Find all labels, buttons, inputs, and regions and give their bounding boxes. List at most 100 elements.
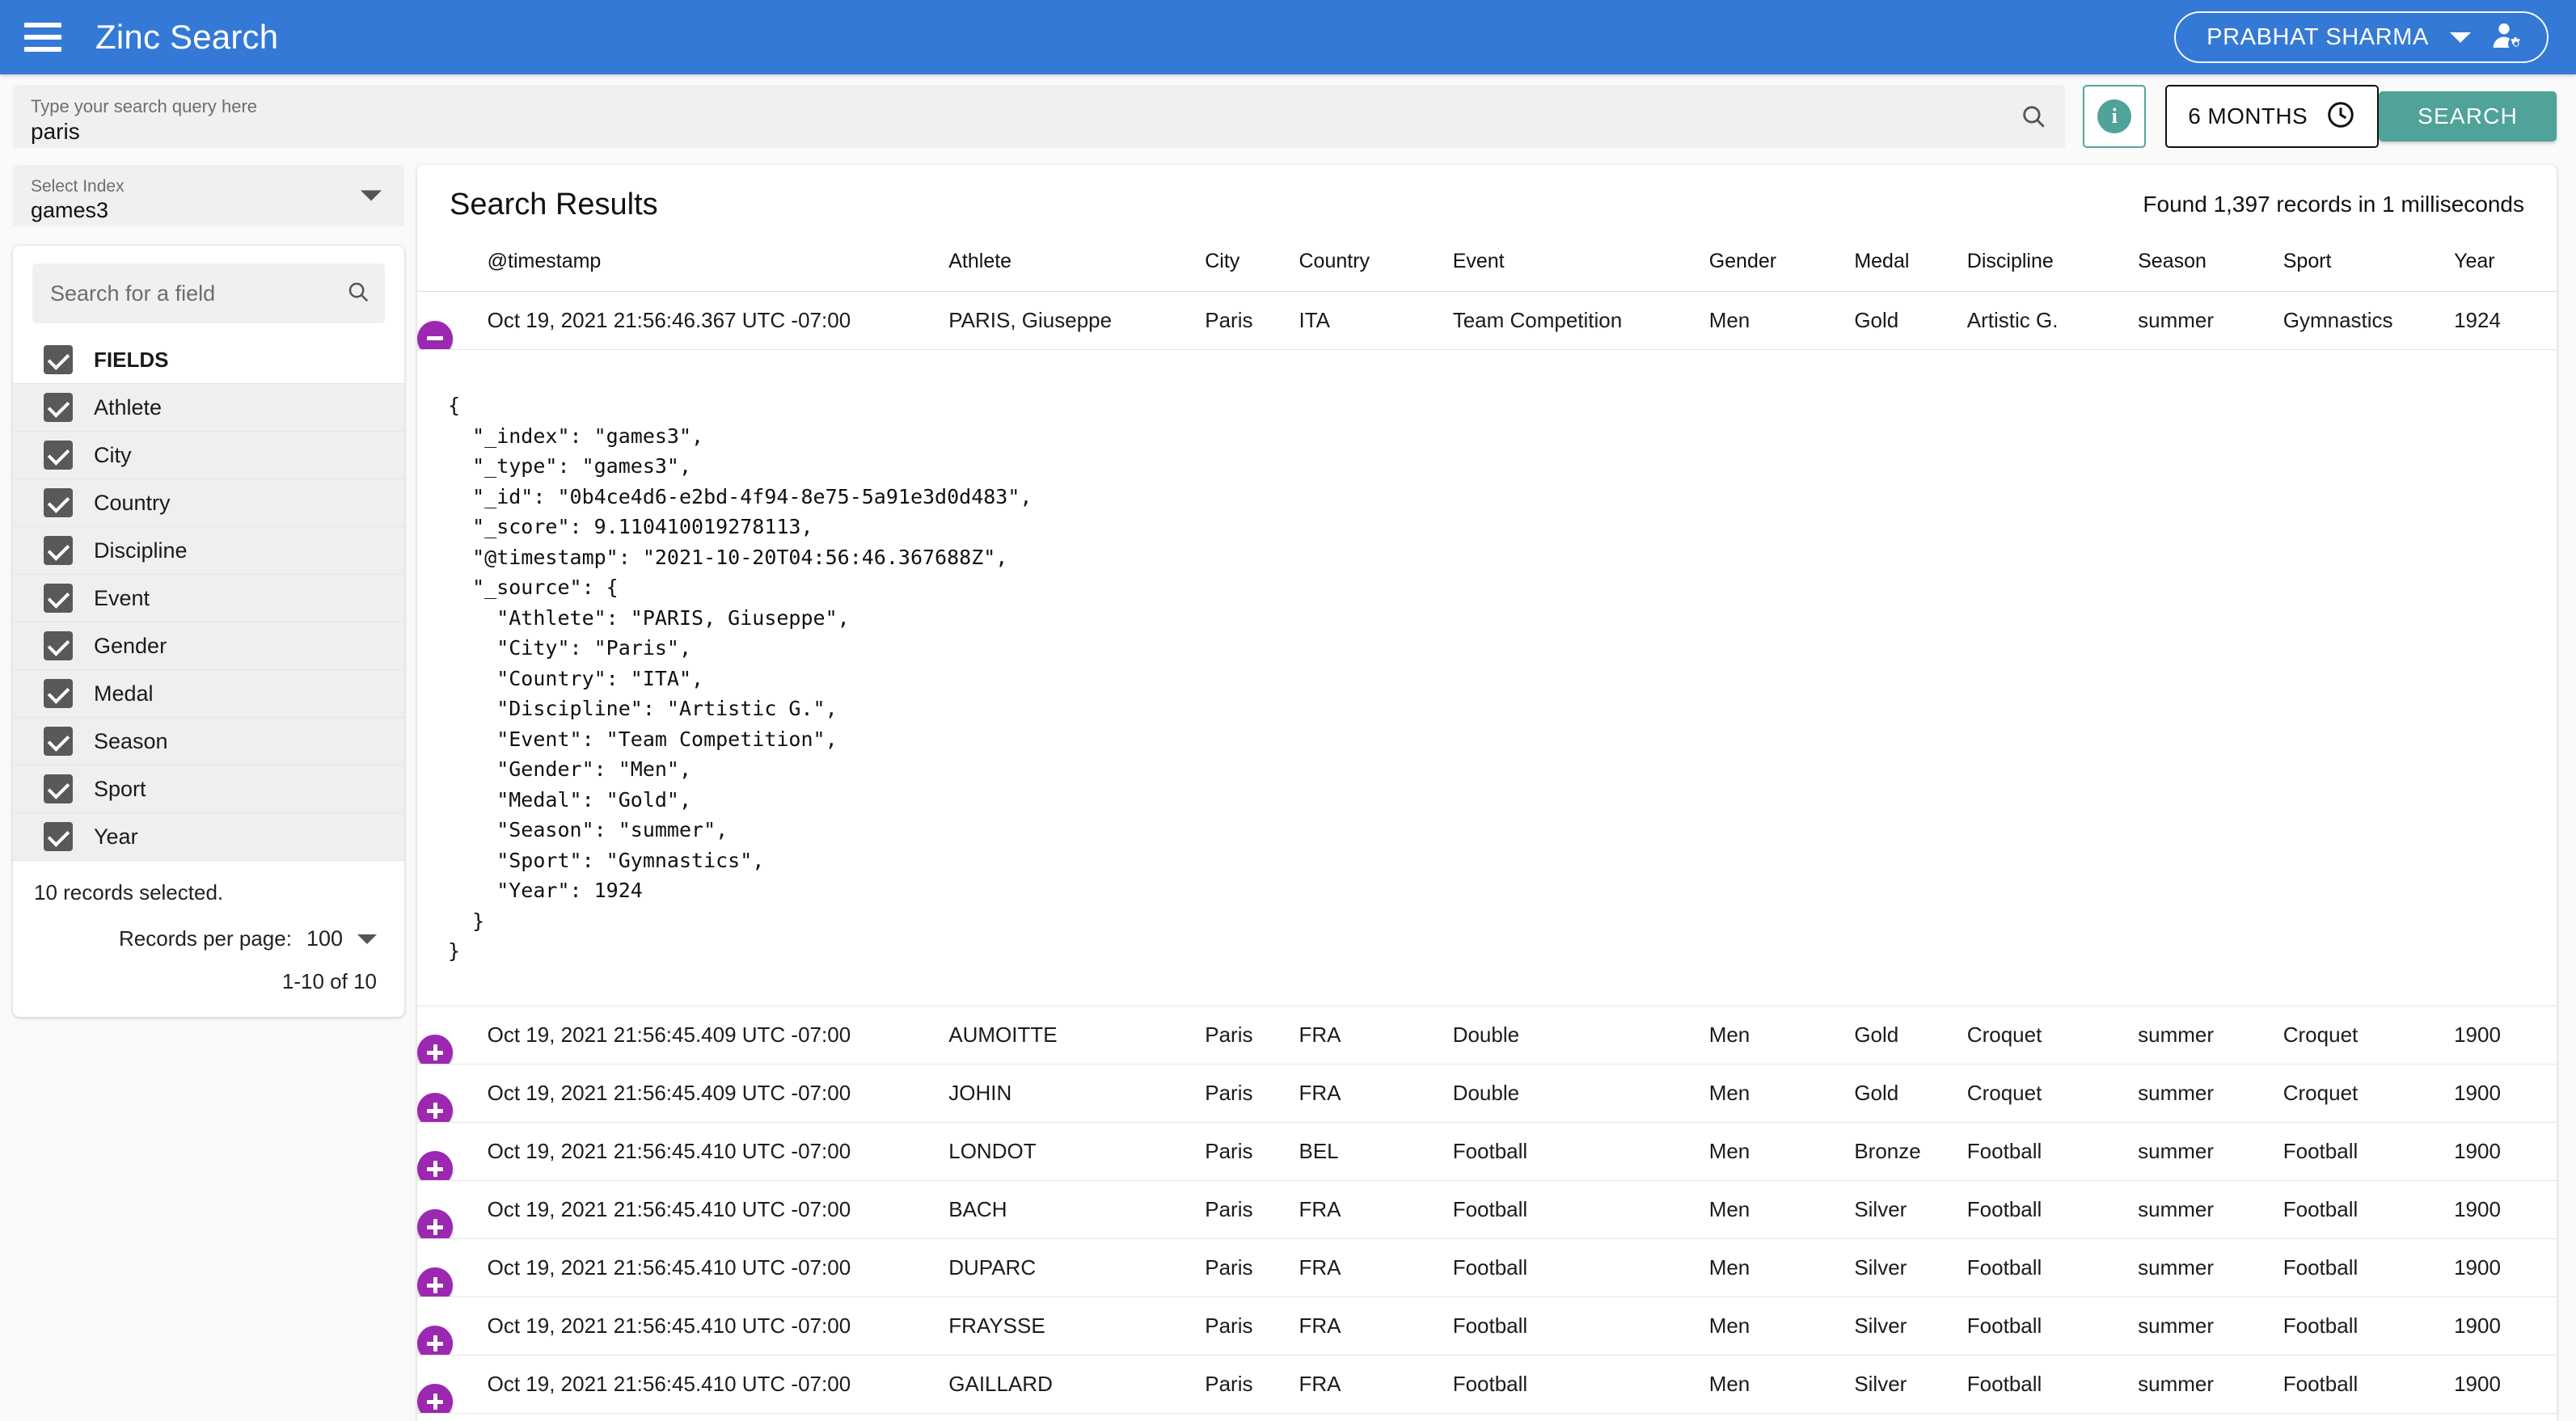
field-label: City: [94, 443, 132, 468]
table-row[interactable]: Oct 19, 2021 21:56:45.410 UTC -07:00BACH…: [417, 1180, 2557, 1238]
hamburger-menu-icon[interactable]: [24, 23, 61, 52]
cell-season: summer: [2138, 1064, 2283, 1122]
time-range-button[interactable]: 6 MONTHS: [2165, 85, 2379, 148]
row-toggle-button[interactable]: [417, 1384, 453, 1413]
field-row-sport[interactable]: Sport: [13, 765, 404, 813]
expand-cell[interactable]: [417, 1180, 488, 1238]
cell-city: Paris: [1205, 1180, 1299, 1238]
row-toggle-button[interactable]: [417, 321, 453, 350]
checkbox-checked-icon[interactable]: [44, 774, 73, 803]
info-button[interactable]: i: [2083, 85, 2146, 148]
table-row[interactable]: Oct 19, 2021 21:56:45.410 UTC -07:00DUPA…: [417, 1238, 2557, 1297]
checkbox-checked-icon[interactable]: [44, 441, 73, 470]
column-header-timestamp[interactable]: @timestamp: [488, 222, 949, 292]
cell-season: summer: [2138, 1297, 2283, 1355]
time-range-label: 6 MONTHS: [2188, 103, 2308, 129]
cell-timestamp: Oct 19, 2021 21:56:45.410 UTC -07:00: [488, 1297, 949, 1355]
search-icon[interactable]: [2020, 103, 2047, 130]
field-search-input[interactable]: Search for a field: [32, 264, 385, 323]
checkbox-checked-icon[interactable]: [44, 822, 73, 851]
cell-city: Paris: [1205, 292, 1299, 350]
column-header-season[interactable]: Season: [2138, 222, 2283, 292]
cell-country: FRA: [1299, 1180, 1452, 1238]
cell-discipline: Football: [1967, 1180, 2138, 1238]
expand-cell[interactable]: [417, 1238, 488, 1297]
search-input[interactable]: Type your search query here paris: [13, 85, 2065, 148]
checkbox-checked-icon[interactable]: [44, 345, 73, 374]
table-row[interactable]: Oct 19, 2021 21:56:46.367 UTC -07:00PARI…: [417, 292, 2557, 350]
column-header-athlete[interactable]: Athlete: [948, 222, 1205, 292]
record-json: { "_index": "games3", "_type": "games3",…: [417, 366, 2557, 989]
row-toggle-button[interactable]: [417, 1093, 453, 1122]
cell-timestamp: Oct 19, 2021 21:56:46.367 UTC -07:00: [488, 292, 949, 350]
field-row-year[interactable]: Year: [13, 813, 404, 861]
checkbox-checked-icon[interactable]: [44, 631, 73, 660]
toggle-bar-vertical: [433, 1161, 437, 1177]
expand-cell[interactable]: [417, 292, 488, 350]
table-row[interactable]: Oct 19, 2021 21:56:45.409 UTC -07:00AUMO…: [417, 1006, 2557, 1064]
field-row-fields[interactable]: FIELDS: [13, 336, 404, 384]
table-row[interactable]: Oct 19, 2021 21:56:45.410 UTC -07:00FRAY…: [417, 1297, 2557, 1355]
cell-year: 1924: [2454, 292, 2557, 350]
field-row-discipline[interactable]: Discipline: [13, 527, 404, 575]
column-header-event[interactable]: Event: [1453, 222, 1709, 292]
info-icon: i: [2097, 99, 2131, 133]
search-icon[interactable]: [346, 280, 370, 308]
results-table-head: @timestampAthleteCityCountryEventGenderM…: [417, 222, 2557, 292]
column-header-sport[interactable]: Sport: [2283, 222, 2454, 292]
cell-year: 1900: [2454, 1297, 2557, 1355]
row-toggle-button[interactable]: [417, 1151, 453, 1180]
field-row-event[interactable]: Event: [13, 575, 404, 622]
row-toggle-button[interactable]: [417, 1209, 453, 1238]
records-per-page-control[interactable]: Records per page: 100: [34, 926, 377, 951]
expand-cell[interactable]: [417, 1355, 488, 1413]
records-per-page-label: Records per page:: [119, 926, 292, 951]
cell-country: ITA: [1299, 292, 1452, 350]
checkbox-checked-icon[interactable]: [44, 393, 73, 422]
field-row-country[interactable]: Country: [13, 479, 404, 527]
field-row-city[interactable]: City: [13, 432, 404, 479]
column-header-country[interactable]: Country: [1299, 222, 1452, 292]
table-row[interactable]: Oct 19, 2021 21:56:45.409 UTC -07:00JOHI…: [417, 1064, 2557, 1122]
expand-cell[interactable]: [417, 1064, 488, 1122]
expand-cell[interactable]: [417, 1122, 488, 1180]
checkbox-checked-icon[interactable]: [44, 536, 73, 565]
sidebar: Select Index games3 Search for a field F…: [13, 165, 404, 1017]
row-toggle-button[interactable]: [417, 1035, 453, 1064]
table-row[interactable]: Oct 19, 2021 21:56:45.410 UTC -07:00LOND…: [417, 1122, 2557, 1180]
checkbox-checked-icon[interactable]: [44, 679, 73, 708]
user-menu-button[interactable]: PRABHAT SHARMA: [2174, 11, 2549, 63]
field-row-season[interactable]: Season: [13, 718, 404, 765]
cell-gender: Men: [1709, 1006, 1855, 1064]
cell-medal: Bronze: [1854, 1122, 1966, 1180]
column-header-discipline[interactable]: Discipline: [1967, 222, 2138, 292]
cell-medal: Gold: [1854, 1006, 1966, 1064]
cell-gender: Men: [1709, 1122, 1855, 1180]
index-select[interactable]: Select Index games3: [13, 165, 404, 226]
field-list: FIELDSAthlete City CountryDisciplineEventG…: [13, 336, 404, 861]
checkbox-checked-icon[interactable]: [44, 584, 73, 613]
row-toggle-button[interactable]: [417, 1267, 453, 1297]
row-toggle-button[interactable]: [417, 1326, 453, 1355]
column-header-medal[interactable]: Medal: [1854, 222, 1966, 292]
toggle-bar-vertical: [433, 1044, 437, 1060]
column-header-year[interactable]: Year: [2454, 222, 2557, 292]
toggle-bar-vertical: [433, 1277, 437, 1293]
table-row[interactable]: Oct 19, 2021 21:56:45.410 UTC -07:00GAIL…: [417, 1355, 2557, 1413]
checkbox-checked-icon[interactable]: [44, 727, 73, 756]
field-row-medal[interactable]: Medal: [13, 670, 404, 718]
cell-season: summer: [2138, 292, 2283, 350]
expand-cell[interactable]: [417, 1297, 488, 1355]
field-row-gender[interactable]: Gender: [13, 622, 404, 670]
field-label: Year: [94, 824, 138, 850]
cell-sport: Gymnastics: [2283, 292, 2454, 350]
expand-cell[interactable]: [417, 1006, 488, 1064]
field-row-athlete[interactable]: Athlete: [13, 384, 404, 432]
cell-year: 1900: [2454, 1122, 2557, 1180]
column-header-city[interactable]: City: [1205, 222, 1299, 292]
checkbox-checked-icon[interactable]: [44, 488, 73, 517]
search-button[interactable]: SEARCH: [2379, 91, 2557, 141]
cell-city: Paris: [1205, 1297, 1299, 1355]
cell-athlete: PARIS, Giuseppe: [948, 292, 1205, 350]
column-header-gender[interactable]: Gender: [1709, 222, 1855, 292]
